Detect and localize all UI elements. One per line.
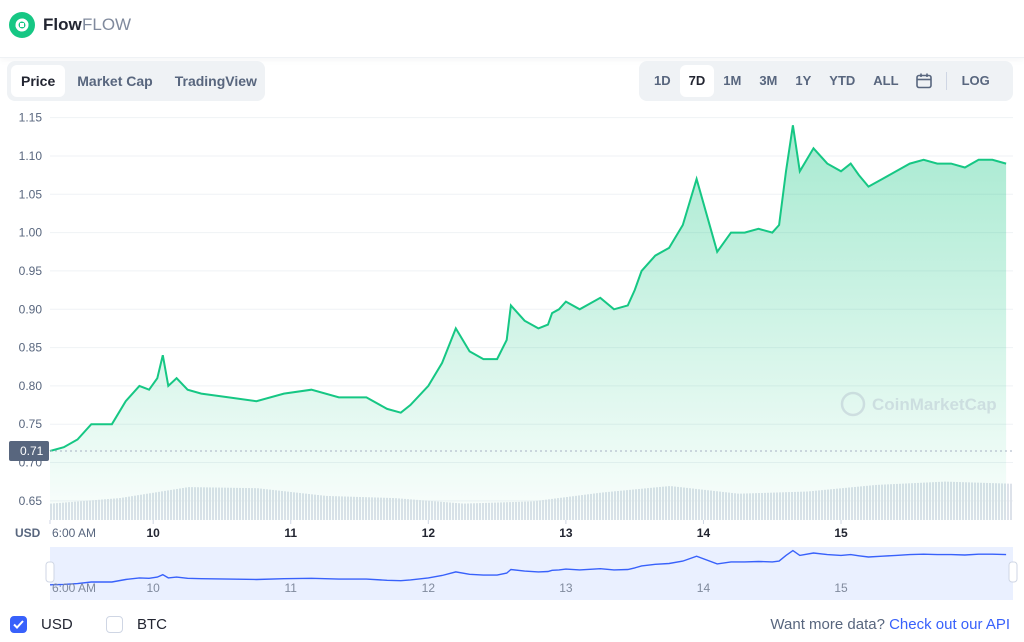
y-tick-label: 0.90 [19,302,43,316]
price-chart: 0.71 0.650.700.750.800.850.900.951.001.0… [9,111,1018,600]
y-tick-label: 1.10 [19,149,43,163]
checkbox-usd[interactable] [10,616,27,633]
coin-header: Flow FLOW [0,0,1024,58]
tab-tradingview[interactable]: TradingView [165,65,267,97]
coin-symbol: FLOW [82,15,132,34]
y-tick-label: 0.80 [19,379,43,393]
btc-label: BTC [137,616,167,633]
x-tick-label: 13 [559,526,573,540]
navigator-background [50,547,1013,600]
currency-btc-toggle[interactable]: BTC [106,616,167,633]
coin-name: Flow [43,15,82,34]
range-1m[interactable]: 1M [714,65,750,97]
watermark-text: CoinMarketCap [872,395,997,414]
api-text: Want more data? [770,616,885,633]
range-ytd[interactable]: YTD [820,65,864,97]
x-tick-label: 14 [697,526,711,540]
x-tick-label: 12 [422,526,436,540]
navigator-tick-label: 6:00 AM [52,581,96,595]
tab-price[interactable]: Price [11,65,66,97]
volume-bar [1007,483,1009,520]
x-tick-label: 10 [146,526,160,540]
y-tick-label: 0.65 [19,494,43,508]
range-all[interactable]: ALL [864,65,907,97]
navigator-handle-left[interactable] [45,561,55,583]
tab-market-cap[interactable]: Market Cap [67,65,162,97]
y-tick-label: 1.15 [19,111,43,125]
range-divider [945,72,947,90]
y-tick-label: 1.00 [19,226,43,240]
y-tick-label: 0.95 [19,264,43,278]
y-tick-label: 1.05 [19,187,43,201]
volume-bar [1010,483,1012,520]
range-1d[interactable]: 1D [645,65,680,97]
y-tick-label: 0.75 [19,417,43,431]
usd-label: USD [41,616,73,633]
x-tick-label: 6:00 AM [52,526,96,540]
calendar-icon[interactable] [908,65,940,97]
x-tick-label: 11 [284,526,297,540]
navigator-tick-label: 13 [559,581,573,595]
navigator-tick-label: 15 [834,581,848,595]
navigator-tick-label: 11 [285,581,298,595]
x-tick-label: 15 [834,526,848,540]
range-7d[interactable]: 7D [679,65,715,97]
navigator-tick-label: 12 [422,581,436,595]
log-toggle[interactable]: LOG [953,65,999,97]
chart-type-tabs: Price Market Cap TradingView [7,61,265,101]
navigator-tick-label: 14 [697,581,711,595]
x-axis-ticks: 6:00 AM 10 11 12 13 14 15 [49,520,848,540]
time-range-selector: 1D 7D 1M 3M 1Y YTD ALL LOG [639,61,1013,101]
y-tick-label: 0.70 [19,456,43,470]
api-promo: Want more data? Check out our API [770,616,1010,633]
navigator-handle-right[interactable] [1008,561,1018,583]
navigator-tick-label: 10 [146,581,160,595]
y-tick-label: 0.85 [19,341,43,355]
flow-logo-icon [9,12,35,38]
api-link[interactable]: Check out our API [889,616,1010,633]
y-axis-currency: USD [15,526,41,540]
currency-usd-toggle[interactable]: USD [10,616,73,633]
range-3m[interactable]: 3M [750,65,786,97]
range-1y[interactable]: 1Y [786,65,820,97]
checkbox-btc[interactable] [106,616,123,633]
